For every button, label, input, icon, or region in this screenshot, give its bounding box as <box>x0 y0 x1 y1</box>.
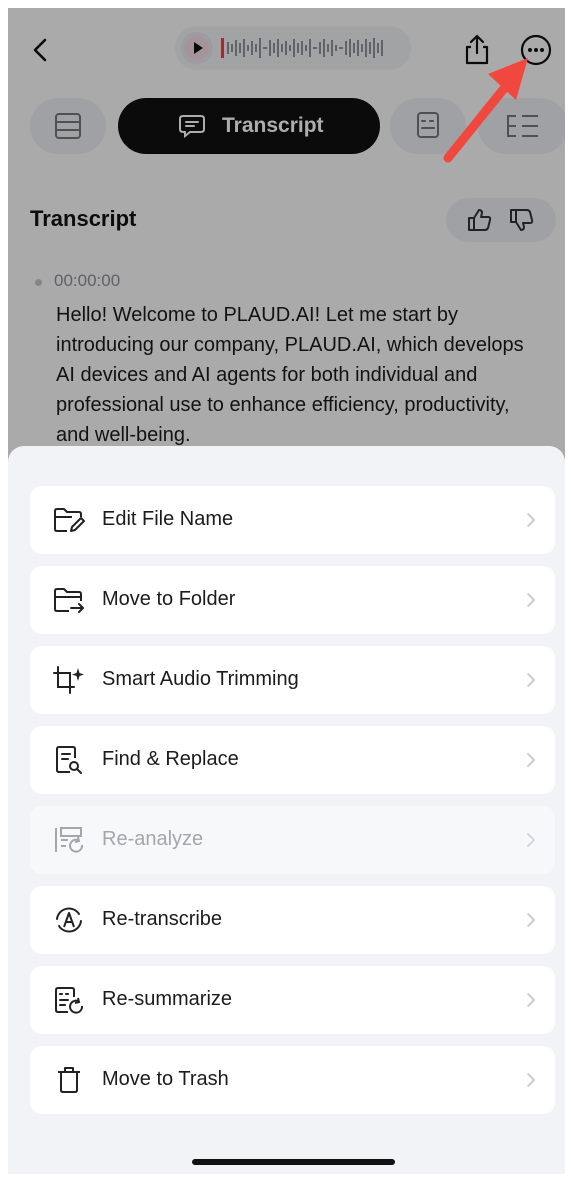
folder-edit-icon <box>54 508 85 532</box>
app-frame: Transcript Transcript 00:00:00 Hello! We… <box>8 8 565 1174</box>
chevron-right-icon <box>527 673 535 687</box>
chevron-right-icon <box>527 593 535 607</box>
reanalyze-icon <box>55 827 84 853</box>
retranscribe-icon <box>56 907 82 933</box>
folder-move-icon <box>54 588 84 613</box>
menu-item-label: Smart Audio Trimming <box>102 668 299 690</box>
menu-item-re-summarize[interactable]: Re-summarize <box>30 966 555 1034</box>
chevron-right-icon <box>527 753 535 767</box>
chevron-right-icon <box>527 913 535 927</box>
menu-item-label: Edit File Name <box>102 508 234 530</box>
chevron-right-icon <box>527 833 535 847</box>
menu-item-move-to-trash[interactable]: Move to Trash <box>30 1046 555 1114</box>
menu-item-label: Move to Folder <box>102 588 236 610</box>
menu-item-re-transcribe[interactable]: Re-transcribe <box>30 886 555 954</box>
annotation-arrow-icon <box>443 58 528 163</box>
trash-icon <box>58 1067 80 1093</box>
chevron-right-icon <box>527 993 535 1007</box>
action-sheet: Edit File Name Move to Folder Smart Audi… <box>8 446 565 1174</box>
menu-item-re-analyze: Re-analyze <box>30 806 555 874</box>
menu-item-move-to-folder[interactable]: Move to Folder <box>30 566 555 634</box>
home-indicator <box>192 1159 395 1165</box>
smart-trim-icon <box>53 666 84 694</box>
chevron-right-icon <box>527 1073 535 1087</box>
resummarize-icon <box>55 987 84 1014</box>
menu-item-edit-file-name[interactable]: Edit File Name <box>30 486 555 554</box>
menu-item-label: Re-analyze <box>102 828 204 850</box>
menu-item-label: Re-transcribe <box>102 908 223 930</box>
chevron-right-icon <box>527 513 535 527</box>
menu-item-smart-audio-trimming[interactable]: Smart Audio Trimming <box>30 646 555 714</box>
menu-item-label: Re-summarize <box>102 988 233 1010</box>
menu-item-label: Move to Trash <box>102 1068 229 1090</box>
menu-item-label: Find & Replace <box>102 748 239 770</box>
find-replace-icon <box>56 746 82 774</box>
menu-item-find-replace[interactable]: Find & Replace <box>30 726 555 794</box>
